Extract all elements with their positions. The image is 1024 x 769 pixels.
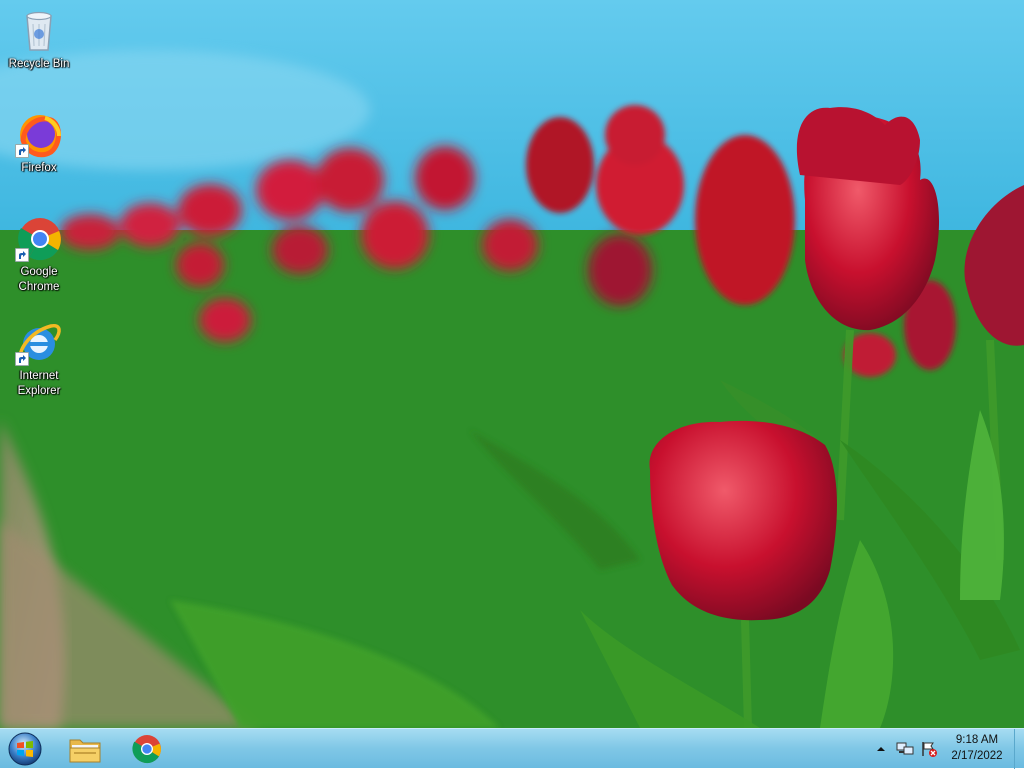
chrome-desktop-icon[interactable]: Google Chrome [4, 214, 74, 295]
flag-icon [922, 742, 937, 757]
taskbar-chrome-button[interactable] [120, 731, 174, 767]
internet-explorer-desktop-icon[interactable]: Internet Explorer [4, 318, 74, 399]
taskbar-clock[interactable]: 9:18 AM 2/17/2022 [946, 732, 1008, 764]
desktop-icon-label: Recycle Bin [8, 58, 70, 70]
desktop-icon-label: Firefox [21, 162, 57, 174]
taskbar: 9:18 AM 2/17/2022 [0, 728, 1024, 769]
folder-icon [69, 739, 101, 763]
internet-explorer-icon [15, 318, 63, 366]
desktop-icon-label: Internet Explorer [17, 370, 61, 397]
windows-start-orb-icon [8, 732, 42, 766]
recycle-bin-desktop-icon[interactable]: Recycle Bin [4, 6, 74, 72]
action-center-tray-button[interactable] [920, 740, 938, 758]
show-hidden-icons-button[interactable] [872, 740, 890, 758]
chrome-icon [132, 735, 161, 764]
chrome-icon [15, 214, 63, 262]
shortcut-arrow-icon [15, 248, 29, 262]
recycle-bin-icon [15, 6, 63, 54]
taskbar-file-explorer-button[interactable] [58, 731, 112, 767]
firefox-desktop-icon[interactable]: Firefox [4, 110, 74, 176]
network-tray-button[interactable] [896, 740, 914, 758]
shortcut-arrow-icon [15, 352, 29, 366]
desktop-icon-label: Google Chrome [18, 266, 60, 293]
show-desktop-button[interactable] [1014, 729, 1024, 769]
clock-date: 2/17/2022 [951, 750, 1003, 762]
desktop[interactable]: Recycle Bin Firefox Google Chrome Intern… [0, 0, 1024, 728]
start-button[interactable] [4, 730, 46, 768]
firefox-icon [15, 110, 63, 158]
network-icon [896, 742, 914, 755]
clock-time: 9:18 AM [955, 734, 999, 746]
shortcut-arrow-icon [15, 144, 29, 158]
up-arrow-icon [877, 747, 885, 751]
tulip-wallpaper [0, 0, 1024, 728]
